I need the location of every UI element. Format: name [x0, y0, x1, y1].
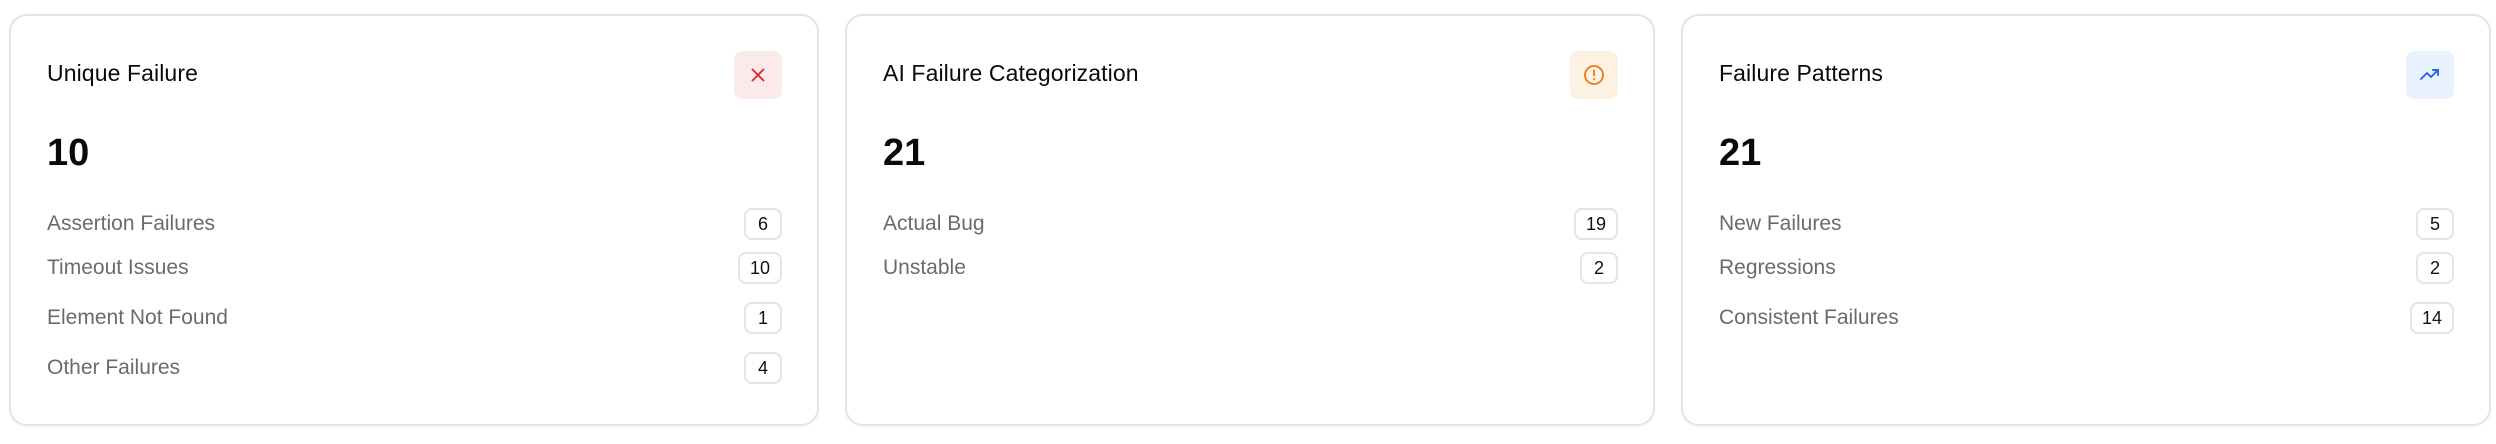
count-badge: 2	[1580, 252, 1618, 284]
stat-row: Actual Bug 19	[883, 207, 1618, 241]
close-icon	[734, 51, 782, 99]
total-count: 21	[883, 132, 926, 174]
stat-row: Timeout Issues 10	[47, 251, 782, 285]
count-badge: 4	[744, 352, 782, 384]
stat-label: Regressions	[1719, 256, 1836, 279]
count-badge: 2	[2416, 252, 2454, 284]
failure-summary-cards: Unique Failure 10 Assertion Failures 6 T…	[0, 0, 2496, 444]
count-badge: 19	[1573, 208, 1618, 240]
count-badge: 14	[2409, 302, 2454, 334]
ai-failure-categorization-card: AI Failure Categorization 21 Actual Bug …	[845, 14, 1655, 426]
stat-row: New Failures 5	[1719, 207, 2454, 241]
trending-up-icon	[2406, 51, 2454, 99]
stat-label: Unstable	[883, 256, 966, 279]
stat-row: Other Failures 4	[47, 351, 782, 385]
stat-row: Consistent Failures 14	[1719, 301, 2454, 335]
stat-row: Assertion Failures 6	[47, 207, 782, 241]
stat-label: Timeout Issues	[47, 256, 189, 279]
stat-label: Element Not Found	[47, 306, 228, 329]
stat-label: Consistent Failures	[1719, 306, 1899, 329]
total-count: 10	[47, 132, 90, 174]
stat-row: Element Not Found 1	[47, 301, 782, 335]
unique-failure-card: Unique Failure 10 Assertion Failures 6 T…	[9, 14, 819, 426]
stat-row: Unstable 2	[883, 251, 1618, 285]
count-badge: 5	[2416, 208, 2454, 240]
stat-label: New Failures	[1719, 212, 1842, 235]
card-title: AI Failure Categorization	[883, 60, 1139, 86]
stat-label: Actual Bug	[883, 212, 985, 235]
stat-label: Assertion Failures	[47, 212, 216, 235]
card-title: Unique Failure	[47, 60, 198, 86]
stat-row: Regressions 2	[1719, 251, 2454, 285]
stat-label: Other Failures	[47, 356, 181, 379]
total-count: 21	[1719, 132, 1762, 174]
failure-patterns-card: Failure Patterns 21 New Failures 5 Regre…	[1681, 14, 2491, 426]
alert-circle-icon	[1570, 51, 1618, 99]
count-badge: 10	[737, 252, 782, 284]
count-badge: 1	[744, 302, 782, 334]
count-badge: 6	[744, 208, 782, 240]
card-title: Failure Patterns	[1719, 60, 1883, 86]
